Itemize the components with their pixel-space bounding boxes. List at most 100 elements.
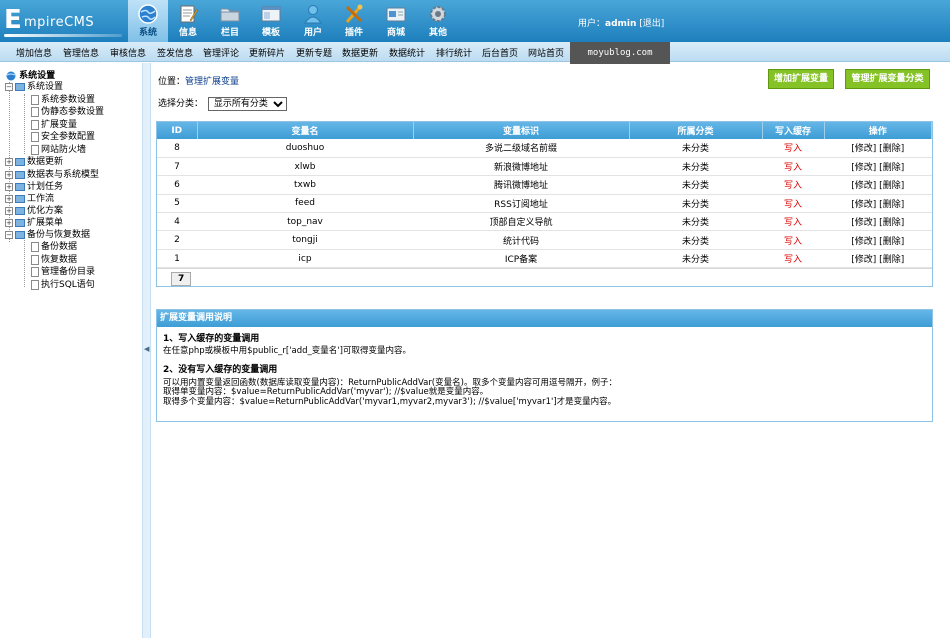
tools-icon [345,4,363,23]
folder-icon [15,182,25,191]
help-section-2-line-3: 取得多个变量内容：$value=ReturnPublicAddVar('myva… [163,396,617,407]
col-cache: 写入缓存 [762,122,825,139]
write-cache-link[interactable]: 写入 [762,249,824,269]
subnav-site-home[interactable]: 网站首页 [528,46,564,59]
filter-label: 选择分类： [158,99,204,109]
subnav-admin-home[interactable]: 后台首页 [482,46,518,59]
tree-node-restore-data[interactable]: 恢复数据 [31,254,77,266]
tree-node-system-params[interactable]: 系统参数设置 [31,94,95,106]
cell-var-name: top_nav [197,212,413,232]
table-row: 5 feed RSS订阅地址 未分类 写入 [修改] [删除] [157,194,932,214]
subnav-manage-comments[interactable]: 管理评论 [203,46,239,59]
topmenu-info[interactable]: 信息 [168,0,208,42]
topmenu-column[interactable]: 栏目 [210,0,250,42]
tree-node-workflow[interactable]: + 工作流 [5,193,54,205]
tree-node-backup-data[interactable]: 备份数据 [31,241,77,253]
collapse-icon[interactable]: − [5,82,13,91]
category-select[interactable]: 显示所有分类 [207,97,287,111]
topmenu-user[interactable]: 用户 [293,0,333,42]
breadcrumb-link[interactable]: 管理扩展变量 [185,77,239,87]
tree-node-scheduled-tasks[interactable]: + 计划任务 [5,181,63,193]
cell-category: 未分类 [629,212,762,232]
quick-nav-bar: 增加信息 管理信息 审核信息 签发信息 管理评论 更新碎片 更新专题 数据更新 … [0,42,950,62]
topmenu-system[interactable]: 系统 [128,0,168,42]
table-row: 8 duoshuo 多说二级域名前缀 未分类 写入 [修改] [删除] [157,139,932,158]
table-row: 6 txwb 腾讯微博地址 未分类 写入 [修改] [删除] [157,175,932,195]
edit-delete-links[interactable]: [修改] [删除] [824,175,932,195]
notepad-icon [180,5,199,23]
write-cache-link[interactable]: 写入 [762,212,824,232]
tree-node-tables-models[interactable]: + 数据表与系统模型 [5,169,99,181]
edit-delete-links[interactable]: [修改] [删除] [824,139,932,158]
subnav-manage-info[interactable]: 管理信息 [63,46,99,59]
top-header: E mpireCMS 系统 信息 栏目 模板 用户 插件 商城 其他 用户：ad… [0,0,950,42]
expand-icon[interactable]: + [5,194,13,203]
page-icon [31,266,39,277]
edit-delete-links[interactable]: [修改] [删除] [824,212,932,232]
tree-node-optimization[interactable]: + 优化方案 [5,205,63,217]
help-section-1-title: 1、写入缓存的变量调用 [163,334,260,344]
cell-id: 6 [157,175,197,195]
write-cache-link[interactable]: 写入 [762,139,824,158]
manage-var-class-button[interactable]: 管理扩展变量分类 [845,69,930,89]
folder-icon [220,8,240,22]
subnav-update-fragments[interactable]: 更新碎片 [249,46,285,59]
subnav-sign-info[interactable]: 签发信息 [157,46,193,59]
topmenu-other[interactable]: 其他 [418,0,458,42]
topmenu-plugin[interactable]: 插件 [334,0,374,42]
tree-node-data-update[interactable]: + 数据更新 [5,156,63,168]
panel-splitter[interactable]: ◀ [142,63,151,638]
tree-node-rewrite-params[interactable]: 伪静态参数设置 [31,106,104,118]
collapse-icon[interactable]: − [5,230,13,239]
subnav-update-topics[interactable]: 更新专题 [296,46,332,59]
page-icon [31,119,39,130]
write-cache-link[interactable]: 写入 [762,175,824,195]
expand-icon[interactable]: + [5,218,13,227]
cell-var-label: 腾讯微博地址 [413,175,629,195]
write-cache-link[interactable]: 写入 [762,230,824,250]
tree-node-extended-vars[interactable]: 扩展变量 [31,119,77,131]
expand-icon[interactable]: + [5,182,13,191]
edit-delete-links[interactable]: [修改] [删除] [824,194,932,214]
user-info: 用户：admin [退出] [578,16,664,29]
subnav-rank-stats[interactable]: 排行统计 [436,46,472,59]
collapse-arrow-icon[interactable]: ◀ [144,345,149,353]
subnav-add-info[interactable]: 增加信息 [16,46,52,59]
folder-icon [15,170,25,179]
edit-delete-links[interactable]: [修改] [删除] [824,249,932,269]
tree-node-security-config[interactable]: 安全参数配置 [31,131,95,143]
topmenu-label: 信息 [178,28,197,38]
tree-node-firewall[interactable]: 网站防火墙 [31,144,86,156]
tree-node-manage-backup-dir[interactable]: 管理备份目录 [31,266,95,278]
write-cache-link[interactable]: 写入 [762,194,824,214]
tree-node-extend-menu[interactable]: + 扩展菜单 [5,217,63,229]
topmenu-shop[interactable]: 商城 [376,0,416,42]
subnav-data-stats[interactable]: 数据统计 [389,46,425,59]
cell-var-name: xlwb [197,157,413,177]
expand-icon[interactable]: + [5,157,13,166]
subnav-review-info[interactable]: 审核信息 [110,46,146,59]
cell-var-label: ICP备案 [413,249,629,269]
cell-var-name: feed [197,194,413,214]
logout-link[interactable]: [退出] [639,19,664,29]
write-cache-link[interactable]: 写入 [762,157,824,177]
edit-delete-links[interactable]: [修改] [删除] [824,157,932,177]
cell-var-label: RSS订阅地址 [413,194,629,214]
cell-id: 5 [157,194,197,214]
user-prefix: 用户： [578,19,606,29]
tree-node-exec-sql[interactable]: 执行SQL语句 [31,279,95,291]
cell-var-name: duoshuo [197,139,413,158]
expand-icon[interactable]: + [5,206,13,215]
subnav-data-update[interactable]: 数据更新 [342,46,378,59]
expand-icon[interactable]: + [5,170,13,179]
logo-swoosh [4,34,122,37]
tree-connector [24,240,25,287]
topmenu-template[interactable]: 模板 [251,0,291,42]
tree-node-backup-restore[interactable]: − 备份与恢复数据 [5,229,90,241]
edit-delete-links[interactable]: [修改] [删除] [824,230,932,250]
page-count-button[interactable]: 7 [171,272,192,287]
tree-node-system-settings[interactable]: − 系统设置 [5,81,63,93]
table-row: 7 xlwb 新浪微博地址 未分类 写入 [修改] [删除] [157,157,932,177]
add-extended-var-button[interactable]: 增加扩展变量 [768,69,834,89]
col-ops: 操作 [824,122,932,139]
